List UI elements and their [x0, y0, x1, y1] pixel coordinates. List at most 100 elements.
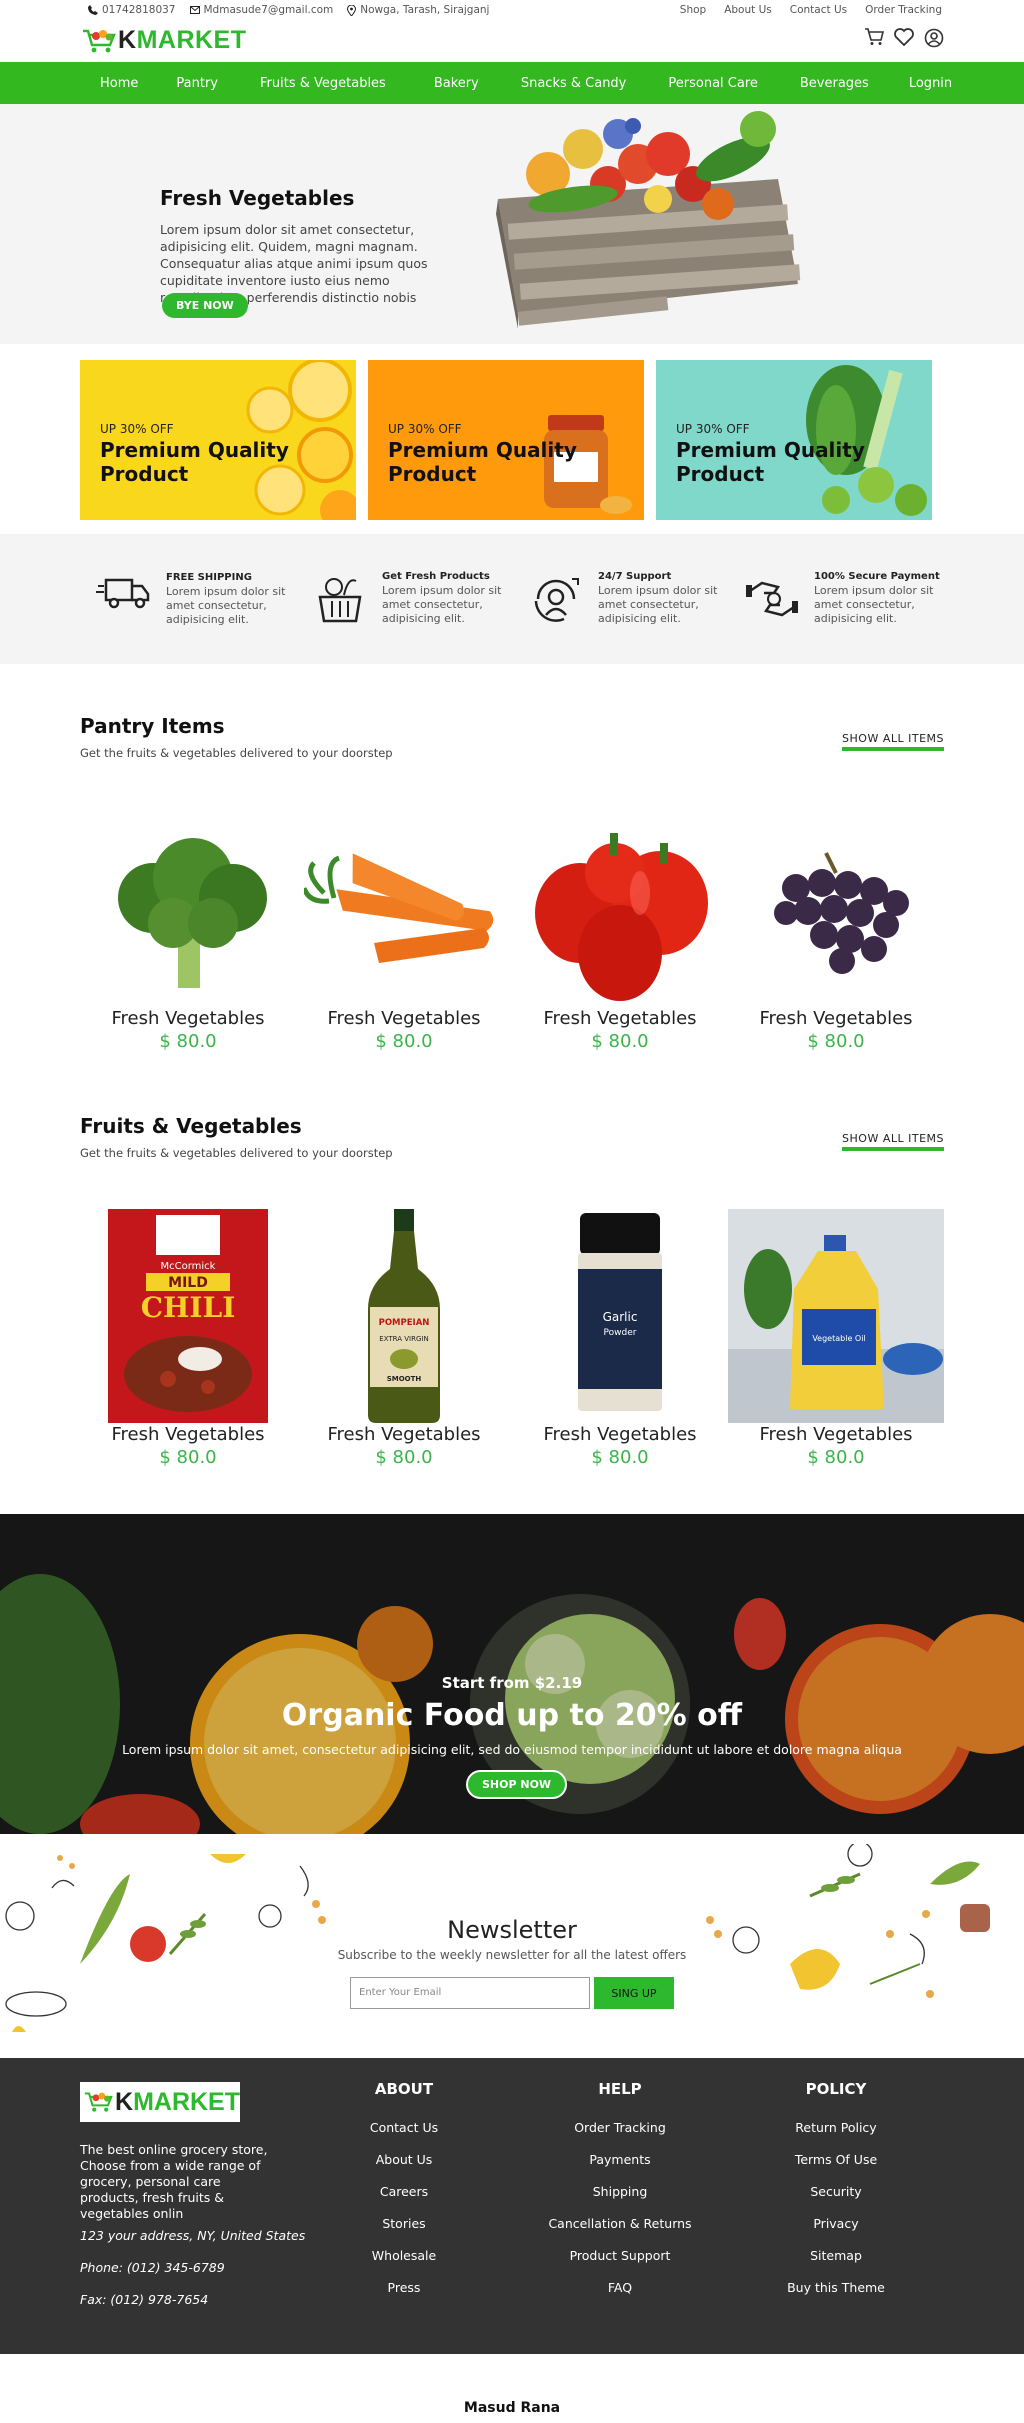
nav-pantry[interactable]: Pantry	[176, 76, 218, 91]
promo-card-1[interactable]: UP 30% OFF Premium Quality Product	[80, 360, 356, 520]
promo-discount: UP 30% OFF	[100, 422, 174, 436]
product-card[interactable]: POMPEIAN EXTRA VIRGIN SMOOTH Fresh Veget…	[296, 1208, 512, 1468]
product-card[interactable]: McCormick MILD CHILI Fresh Vegetables $ …	[80, 1208, 296, 1468]
logo-k: K	[118, 26, 137, 54]
garlic-powder-image: Garlic Powder	[578, 1213, 662, 1411]
cart-logo-icon	[83, 29, 116, 52]
top-link-contact[interactable]: Contact Us	[790, 4, 847, 16]
hero-section: Fresh Vegetables Lorem ipsum dolor sit a…	[0, 104, 1024, 344]
footer-logo[interactable]: KMARKET	[80, 2082, 240, 2122]
product-name: Fresh Vegetables	[759, 1008, 913, 1029]
nav-fruits-vegetables[interactable]: Fruits & Vegetables	[260, 76, 386, 91]
top-link-order-tracking[interactable]: Order Tracking	[865, 4, 942, 16]
product-image	[296, 818, 512, 1008]
nav-home[interactable]: Home	[100, 76, 138, 91]
footer-col-help: HELP Order Tracking Payments Shipping Ca…	[530, 2080, 710, 2312]
footer-link[interactable]: Security	[766, 2184, 906, 2216]
footer-link[interactable]: About Us	[344, 2152, 464, 2184]
footer-link[interactable]: Buy this Theme	[766, 2280, 906, 2312]
logo[interactable]: KMARKET	[82, 26, 247, 55]
fruits-grid: McCormick MILD CHILI Fresh Vegetables $ …	[0, 1208, 1024, 1468]
footer-link[interactable]: Cancellation & Returns	[530, 2216, 710, 2248]
sign-up-button[interactable]: SING UP	[594, 1977, 674, 2009]
buy-now-button[interactable]: BYE NOW	[162, 293, 248, 318]
top-link-shop[interactable]: Shop	[680, 4, 706, 16]
nav-login[interactable]: Lognin	[909, 76, 952, 91]
product-image	[728, 818, 944, 1008]
product-price: $ 80.0	[591, 1031, 649, 1052]
broccoli-image	[118, 838, 267, 988]
feature-title: FREE SHIPPING	[166, 571, 252, 583]
product-card[interactable]: Fresh Vegetables $ 80.0	[728, 818, 944, 1052]
nav-bakery[interactable]: Bakery	[434, 76, 479, 91]
top-bar: 01742818037 Mdmasude7@gmail.com Nowga, T…	[0, 0, 1024, 62]
product-card[interactable]: Fresh Vegetables $ 80.0	[80, 818, 296, 1052]
package-mild-text: MILD	[168, 1275, 208, 1291]
promo-title-line1: Premium Quality	[100, 438, 289, 462]
footer-link[interactable]: Order Tracking	[530, 2120, 710, 2152]
product-card[interactable]: Vegetable Oil Fresh Vegetables $ 80.0	[728, 1208, 944, 1468]
nav-personal-care[interactable]: Personal Care	[668, 76, 758, 91]
phone-info: 01742818037	[88, 4, 176, 16]
main-nav: Home Pantry Fruits & Vegetables Bakery S…	[0, 62, 1024, 104]
feature-support: 24/7 Support Lorem ipsum dolor sit amet c…	[528, 571, 744, 627]
footer-link[interactable]: Payments	[530, 2152, 710, 2184]
promo-card-3[interactable]: UP 30% OFF Premium Quality Product	[656, 360, 932, 520]
footer-link[interactable]: Product Support	[530, 2248, 710, 2280]
nav-snacks-candy[interactable]: Snacks & Candy	[521, 76, 627, 91]
feature-text: 100% Secure Payment Lorem ipsum dolor sit…	[814, 571, 944, 626]
newsletter-section: Newsletter Subscribe to the weekly newsl…	[0, 1834, 1024, 2058]
promo-discount: UP 30% OFF	[676, 422, 750, 436]
footer-link[interactable]: Terms Of Use	[766, 2152, 906, 2184]
support-icon	[534, 578, 579, 622]
footer-link[interactable]: Contact Us	[344, 2120, 464, 2152]
product-card[interactable]: Fresh Vegetables $ 80.0	[512, 818, 728, 1052]
product-card[interactable]: Garlic Powder Fresh Vegetables $ 80.0	[512, 1208, 728, 1468]
nav-beverages[interactable]: Beverages	[800, 76, 869, 91]
promo-card-2[interactable]: UP 30% OFF Premium Quality Product	[368, 360, 644, 520]
location-pin-icon	[347, 4, 357, 16]
product-card[interactable]: Fresh Vegetables $ 80.0	[296, 818, 512, 1052]
cart-icon[interactable]	[864, 28, 884, 46]
product-name: Fresh Vegetables	[327, 1008, 481, 1029]
shop-now-button[interactable]: SHOP NOW	[466, 1770, 568, 1799]
top-links: Shop About Us Contact Us Order Tracking	[680, 4, 942, 16]
olive-oil-image: POMPEIAN EXTRA VIRGIN SMOOTH	[368, 1209, 440, 1423]
package-brand-text: POMPEIAN	[379, 1318, 430, 1328]
promo-title-line1: Premium Quality	[388, 438, 577, 462]
feature-desc: Lorem ipsum dolor sit amet consectetur, …	[814, 584, 934, 625]
footer-phone: Phone: (012) 345-6789	[80, 2260, 225, 2275]
header-icons	[864, 28, 944, 48]
heart-icon[interactable]	[894, 28, 914, 46]
features-bar: FREE SHIPPING Lorem ipsum dolor sit amet …	[0, 534, 1024, 664]
package-oil-text: EXTRA VIRGIN	[379, 1335, 428, 1343]
footer-logo-text: KMARKET	[115, 2088, 240, 2117]
user-icon[interactable]	[924, 28, 944, 48]
footer-link[interactable]: Careers	[344, 2184, 464, 2216]
footer-link[interactable]: Sitemap	[766, 2248, 906, 2280]
basket-icon	[318, 578, 362, 623]
footer-col-title: POLICY	[805, 2080, 867, 2098]
footer-link[interactable]: Shipping	[530, 2184, 710, 2216]
footer-link[interactable]: Stories	[344, 2216, 464, 2248]
top-link-about[interactable]: About Us	[724, 4, 772, 16]
footer-link[interactable]: Return Policy	[766, 2120, 906, 2152]
show-all-items-link[interactable]: SHOW ALL ITEMS	[842, 732, 944, 751]
feature-free-shipping: FREE SHIPPING Lorem ipsum dolor sit amet …	[96, 572, 312, 627]
show-all-items-link[interactable]: SHOW ALL ITEMS	[842, 1132, 944, 1151]
product-image: POMPEIAN EXTRA VIRGIN SMOOTH	[296, 1208, 512, 1424]
product-price: $ 80.0	[159, 1447, 217, 1468]
footer-link[interactable]: Press	[344, 2280, 464, 2312]
footer-link[interactable]: Wholesale	[344, 2248, 464, 2280]
footer-address: 123 your address, NY, United States	[80, 2228, 306, 2243]
email-field[interactable]: Enter Your Email	[350, 1977, 590, 2009]
footer-link[interactable]: Privacy	[766, 2216, 906, 2248]
peppers-image	[535, 833, 708, 1001]
footer-link[interactable]: FAQ	[530, 2280, 710, 2312]
product-image: McCormick MILD CHILI	[80, 1208, 296, 1424]
promo-title-line2: Product	[676, 462, 765, 486]
product-price: $ 80.0	[159, 1031, 217, 1052]
phone-icon	[88, 5, 98, 15]
location-text: Nowga, Tarash, Sirajganj	[360, 4, 490, 16]
author-credit: Masud Rana	[463, 2400, 561, 2416]
